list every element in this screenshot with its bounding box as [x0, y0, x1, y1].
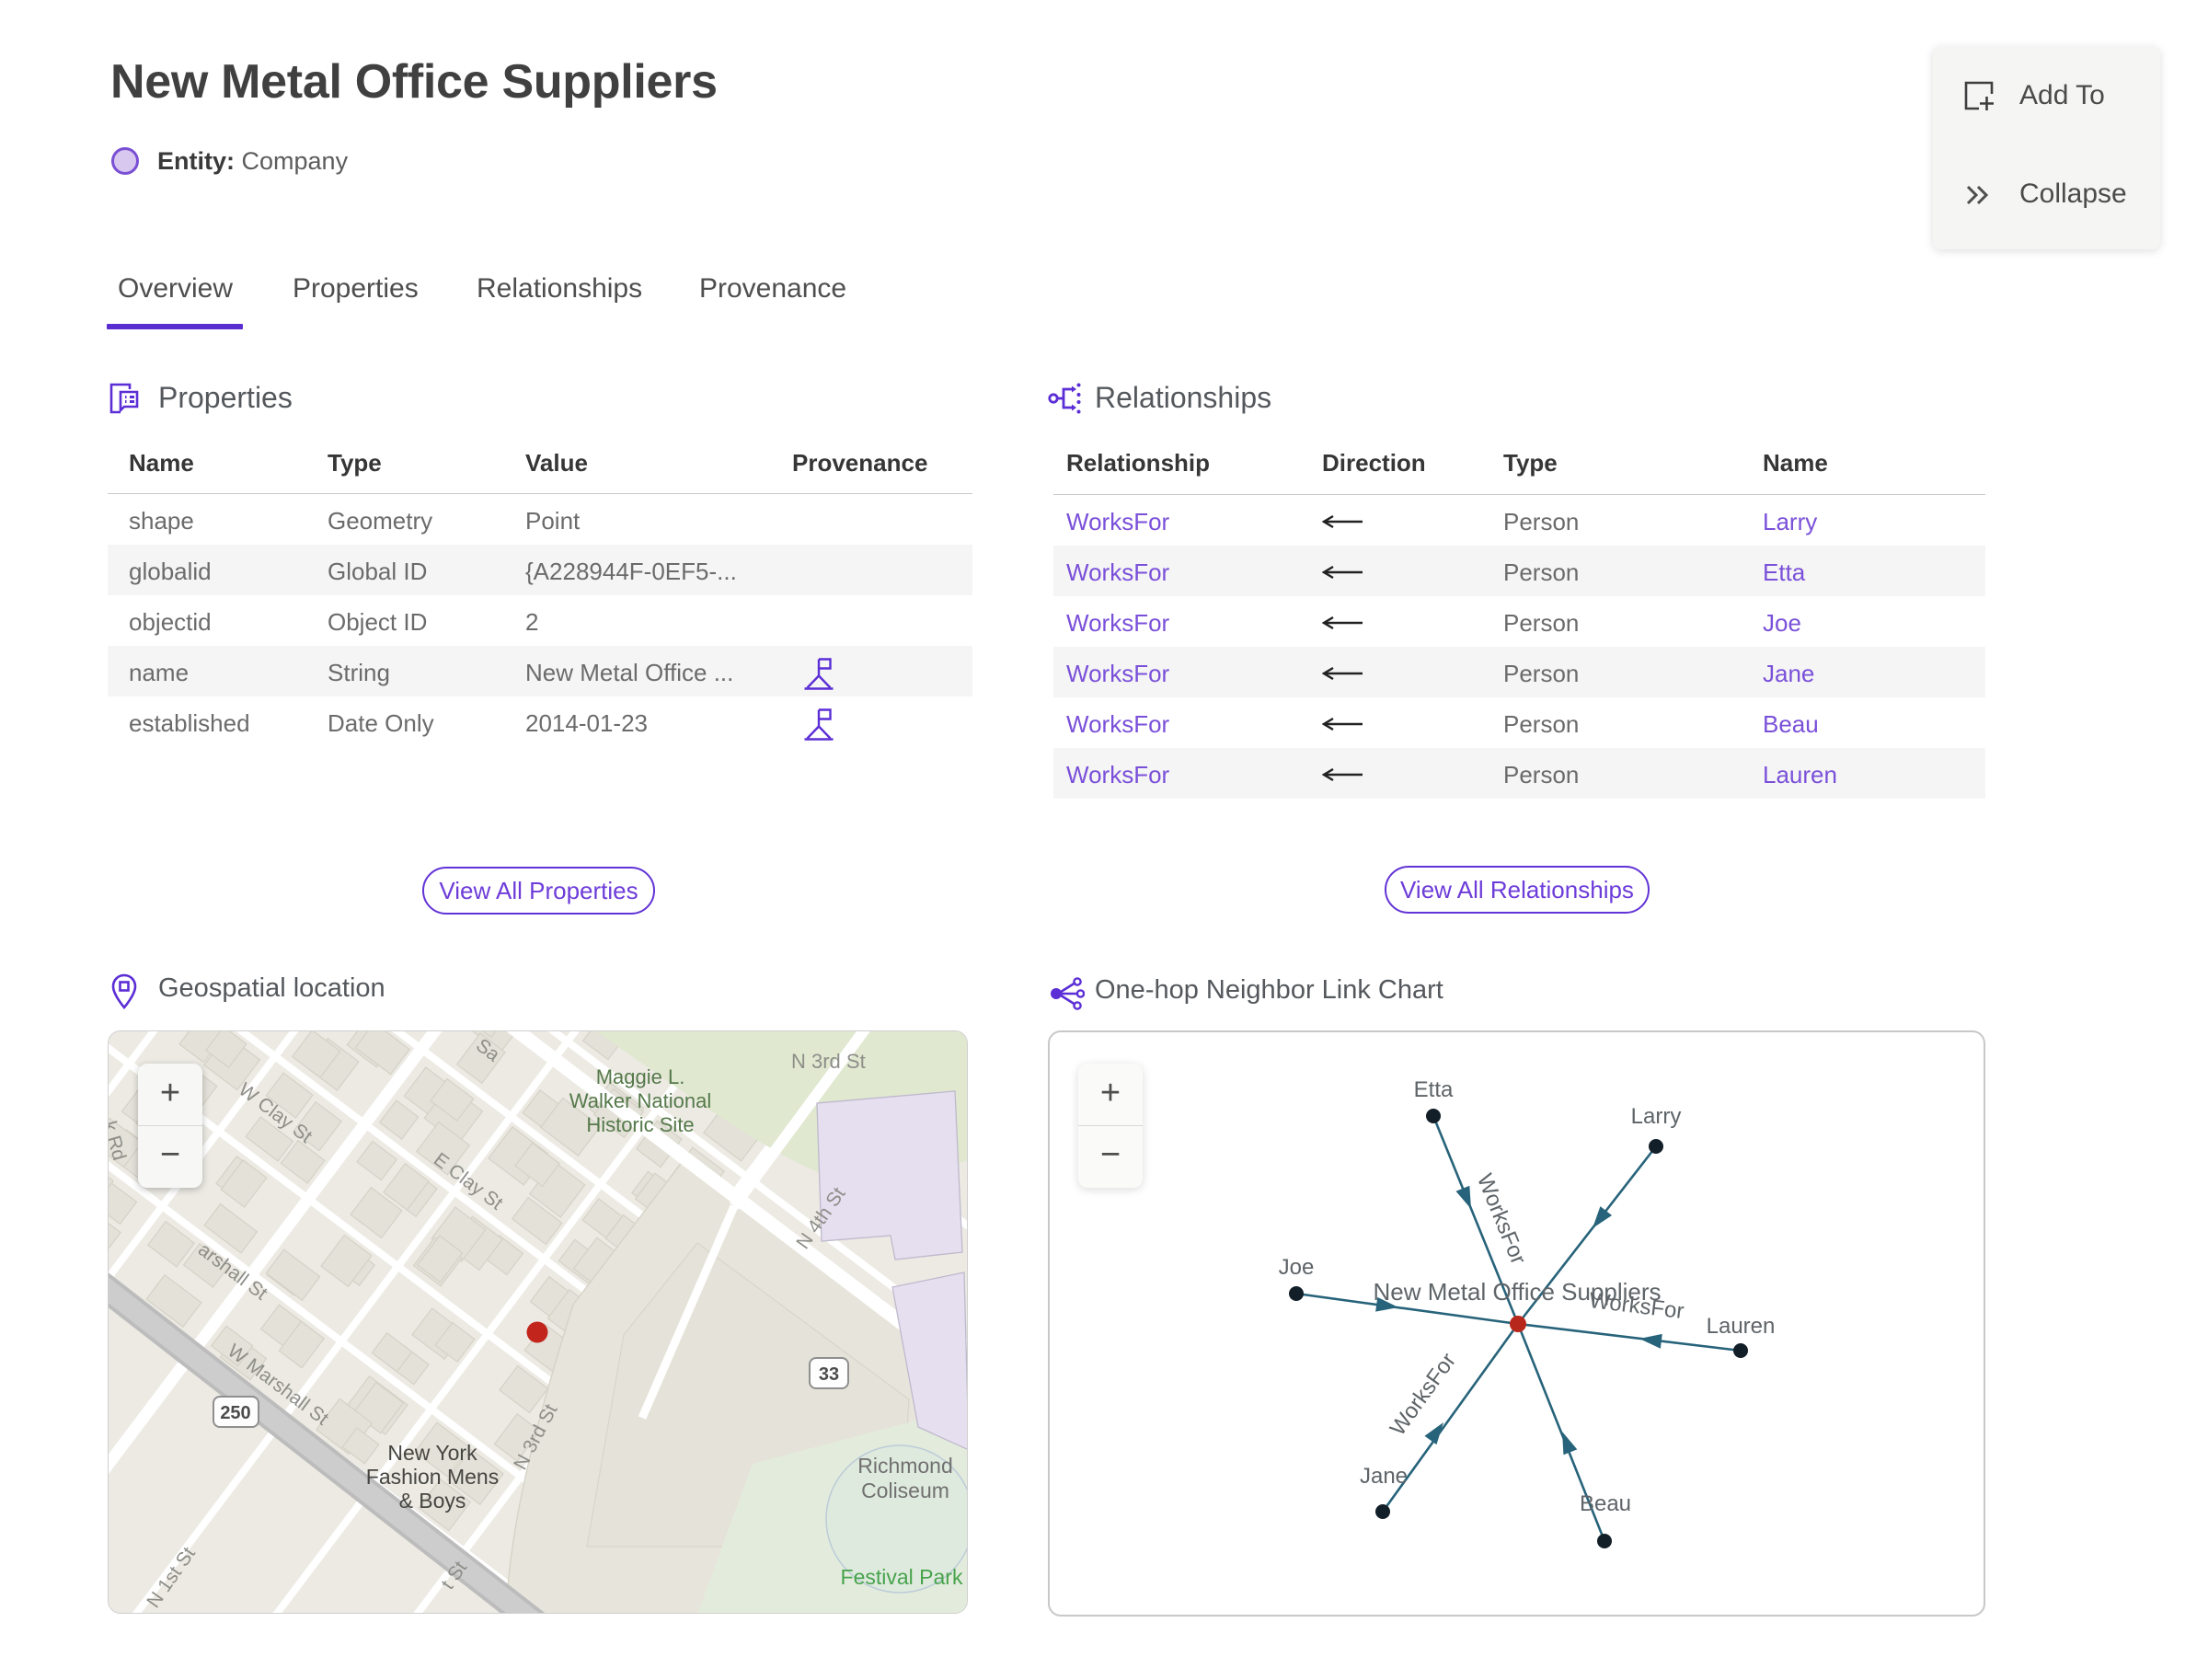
svg-text:Lauren: Lauren [1707, 1314, 1776, 1339]
svg-text:Maggie L.: Maggie L. [596, 1065, 685, 1088]
svg-text:Festival Park: Festival Park [841, 1565, 963, 1589]
svg-text:Beau: Beau [1580, 1491, 1631, 1516]
svg-text:Coliseum: Coliseum [861, 1479, 949, 1502]
svg-text:Joe: Joe [1279, 1255, 1315, 1280]
svg-text:33: 33 [819, 1364, 839, 1385]
svg-text:& Boys: & Boys [399, 1489, 466, 1513]
svg-text:Richmond: Richmond [857, 1454, 953, 1478]
svg-text:250: 250 [220, 1403, 250, 1423]
svg-text:Etta: Etta [1414, 1077, 1454, 1102]
svg-text:WorksFor: WorksFor [1588, 1288, 1685, 1324]
svg-text:New York: New York [387, 1441, 477, 1465]
svg-text:Fashion Mens: Fashion Mens [366, 1465, 499, 1489]
svg-text:N 3rd St: N 3rd St [791, 1050, 866, 1073]
svg-text:WorksFor: WorksFor [1472, 1170, 1531, 1268]
svg-text:WorksFor: WorksFor [1386, 1349, 1461, 1441]
svg-text:Historic Site: Historic Site [586, 1113, 694, 1136]
svg-text:Jane: Jane [1360, 1464, 1408, 1489]
svg-text:Walker National: Walker National [569, 1089, 711, 1112]
svg-text:Larry: Larry [1631, 1104, 1682, 1129]
